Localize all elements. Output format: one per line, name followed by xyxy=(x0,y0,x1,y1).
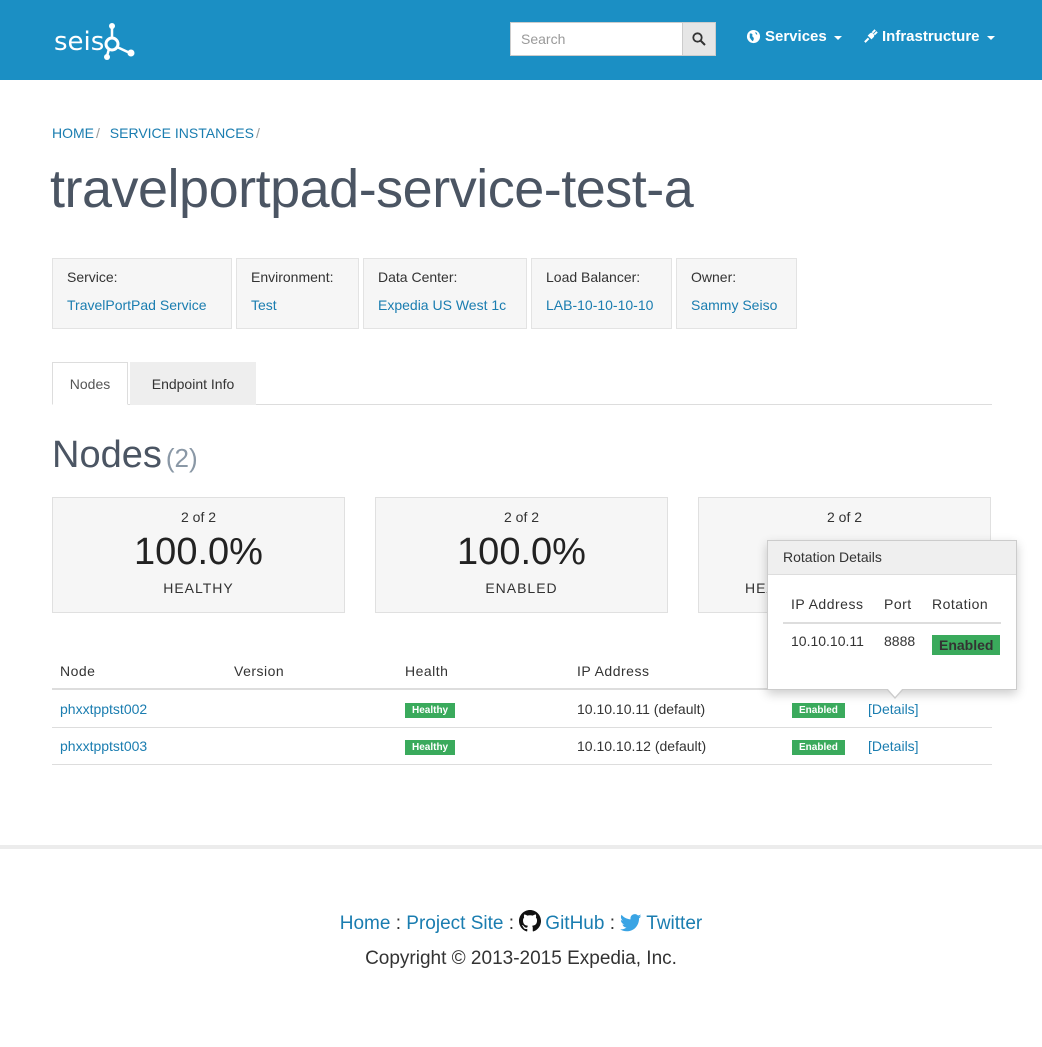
info-label: Owner: xyxy=(691,269,737,285)
breadcrumb-separator: / xyxy=(96,125,100,141)
popover-header-port: Port xyxy=(884,596,912,612)
column-header-ip-address: IP Address xyxy=(577,663,650,679)
nodes-count: (2) xyxy=(165,443,198,473)
column-header-node: Node xyxy=(60,663,96,679)
seiso-logo[interactable]: seis xyxy=(54,22,138,62)
details-link[interactable]: [Details] xyxy=(868,701,919,717)
tab-endpoint-info[interactable]: Endpoint Info xyxy=(130,362,256,405)
stat-percent: 100.0% xyxy=(134,531,263,573)
copyright: Copyright © 2013-2015 Expedia, Inc. xyxy=(365,948,677,969)
plug-icon xyxy=(864,29,878,43)
breadcrumb-home[interactable]: HOME xyxy=(52,125,94,141)
health-badge: Healthy xyxy=(405,740,456,755)
breadcrumb: HOME / SERVICE INSTANCES / xyxy=(52,125,266,141)
info-service: Service: TravelPortPad Service xyxy=(52,258,232,329)
info-label: Environment: xyxy=(251,269,334,285)
stat-enabled: 2 of 2 100.0% ENABLED xyxy=(375,497,668,613)
breadcrumb-service-instances[interactable]: SERVICE INSTANCES xyxy=(110,125,254,141)
footer-links: Home : Project Site : GitHub : Twitter xyxy=(0,910,1042,935)
table-row: phxxtpptst003 Healthy 10.10.10.12 (defau… xyxy=(52,728,992,765)
popover-header-ip: IP Address xyxy=(791,596,864,612)
infrastructure-menu[interactable]: Infrastructure xyxy=(863,28,995,45)
owner-link[interactable]: Sammy Seiso xyxy=(691,297,777,313)
data-center-link[interactable]: Expedia US West 1c xyxy=(378,297,506,313)
infrastructure-label: Infrastructure xyxy=(882,28,980,45)
github-label: GitHub xyxy=(545,913,605,934)
footer-github-link[interactable]: GitHub xyxy=(519,910,605,934)
rotation-badge: Enabled xyxy=(792,703,845,718)
popover-port: 8888 xyxy=(884,633,916,649)
column-header-version: Version xyxy=(234,663,285,679)
stat-ratio: 2 of 2 xyxy=(826,509,863,525)
node-ip: 10.10.10.12 (default) xyxy=(577,738,707,754)
search-form xyxy=(510,22,716,56)
services-menu[interactable]: Services xyxy=(746,28,842,45)
stat-caption: ENABLED xyxy=(485,580,558,596)
info-environment: Environment: Test xyxy=(236,258,359,329)
footer-separator: : xyxy=(508,913,515,934)
info-label: Data Center: xyxy=(378,269,458,285)
info-label: Load Balancer: xyxy=(546,269,641,285)
caret-down-icon xyxy=(986,35,995,40)
popover-ip: 10.10.10.11 xyxy=(791,633,864,649)
popover-header-rotation: Rotation xyxy=(932,596,989,612)
stat-healthy: 2 of 2 100.0% HEALTHY xyxy=(52,497,345,613)
info-load-balancer: Load Balancer: LAB-10-10-10-10 xyxy=(531,258,672,329)
node-ip: 10.10.10.11 (default) xyxy=(577,701,706,717)
search-input[interactable] xyxy=(510,22,682,56)
nodes-heading-title: Nodes xyxy=(52,434,162,476)
popover-divider xyxy=(783,622,1001,624)
footer-divider xyxy=(0,845,1042,849)
search-icon xyxy=(692,32,706,46)
health-badge: Healthy xyxy=(405,703,456,718)
github-icon xyxy=(519,910,542,932)
info-owner: Owner: Sammy Seiso xyxy=(676,258,797,329)
popover-rotation-badge: Enabled xyxy=(932,635,1001,655)
environment-link[interactable]: Test xyxy=(251,297,277,313)
popover-title: Rotation Details xyxy=(768,541,1016,575)
info-data-center: Data Center: Expedia US West 1c xyxy=(363,258,527,329)
column-header-health: Health xyxy=(405,663,449,679)
logo-text: seis xyxy=(54,27,105,57)
page-title: travelportpad-service-test-a xyxy=(50,159,694,219)
top-navbar: seis Services xyxy=(0,0,1042,80)
stat-caption: HEALTHY xyxy=(163,580,234,596)
footer-separator: : xyxy=(395,913,402,934)
service-link[interactable]: TravelPortPad Service xyxy=(67,297,207,313)
popover-arrow xyxy=(886,688,904,699)
nodes-heading: Nodes (2) xyxy=(52,434,198,477)
node-link[interactable]: phxxtpptst002 xyxy=(60,701,147,717)
footer-separator: : xyxy=(609,913,615,934)
breadcrumb-separator: / xyxy=(255,125,260,141)
footer-project-site-link[interactable]: Project Site xyxy=(406,913,503,934)
table-row: phxxtpptst002 Healthy 10.10.10.11 (defau… xyxy=(52,691,992,728)
caret-down-icon xyxy=(833,35,842,40)
footer-twitter-link[interactable]: Twitter xyxy=(620,913,702,934)
stat-ratio: 2 of 2 xyxy=(180,509,217,525)
details-link[interactable]: [Details] xyxy=(868,738,919,754)
services-label: Services xyxy=(765,28,827,45)
twitter-label: Twitter xyxy=(646,913,703,934)
footer-home-link[interactable]: Home xyxy=(340,913,391,934)
rotation-badge: Enabled xyxy=(792,740,845,755)
stat-percent: 100.0% xyxy=(457,531,586,573)
logo-graph-icon xyxy=(104,23,135,60)
search-button[interactable] xyxy=(682,22,716,56)
stat-ratio: 2 of 2 xyxy=(503,509,540,525)
rotation-details-popover: Rotation Details IP Address Port Rotatio… xyxy=(767,540,1017,699)
twitter-bird-icon xyxy=(620,914,642,932)
tab-nodes[interactable]: Nodes xyxy=(52,362,128,405)
info-label: Service: xyxy=(67,269,118,285)
node-link[interactable]: phxxtpptst003 xyxy=(60,738,147,754)
globe-icon xyxy=(746,29,761,44)
load-balancer-link[interactable]: LAB-10-10-10-10 xyxy=(546,297,653,313)
